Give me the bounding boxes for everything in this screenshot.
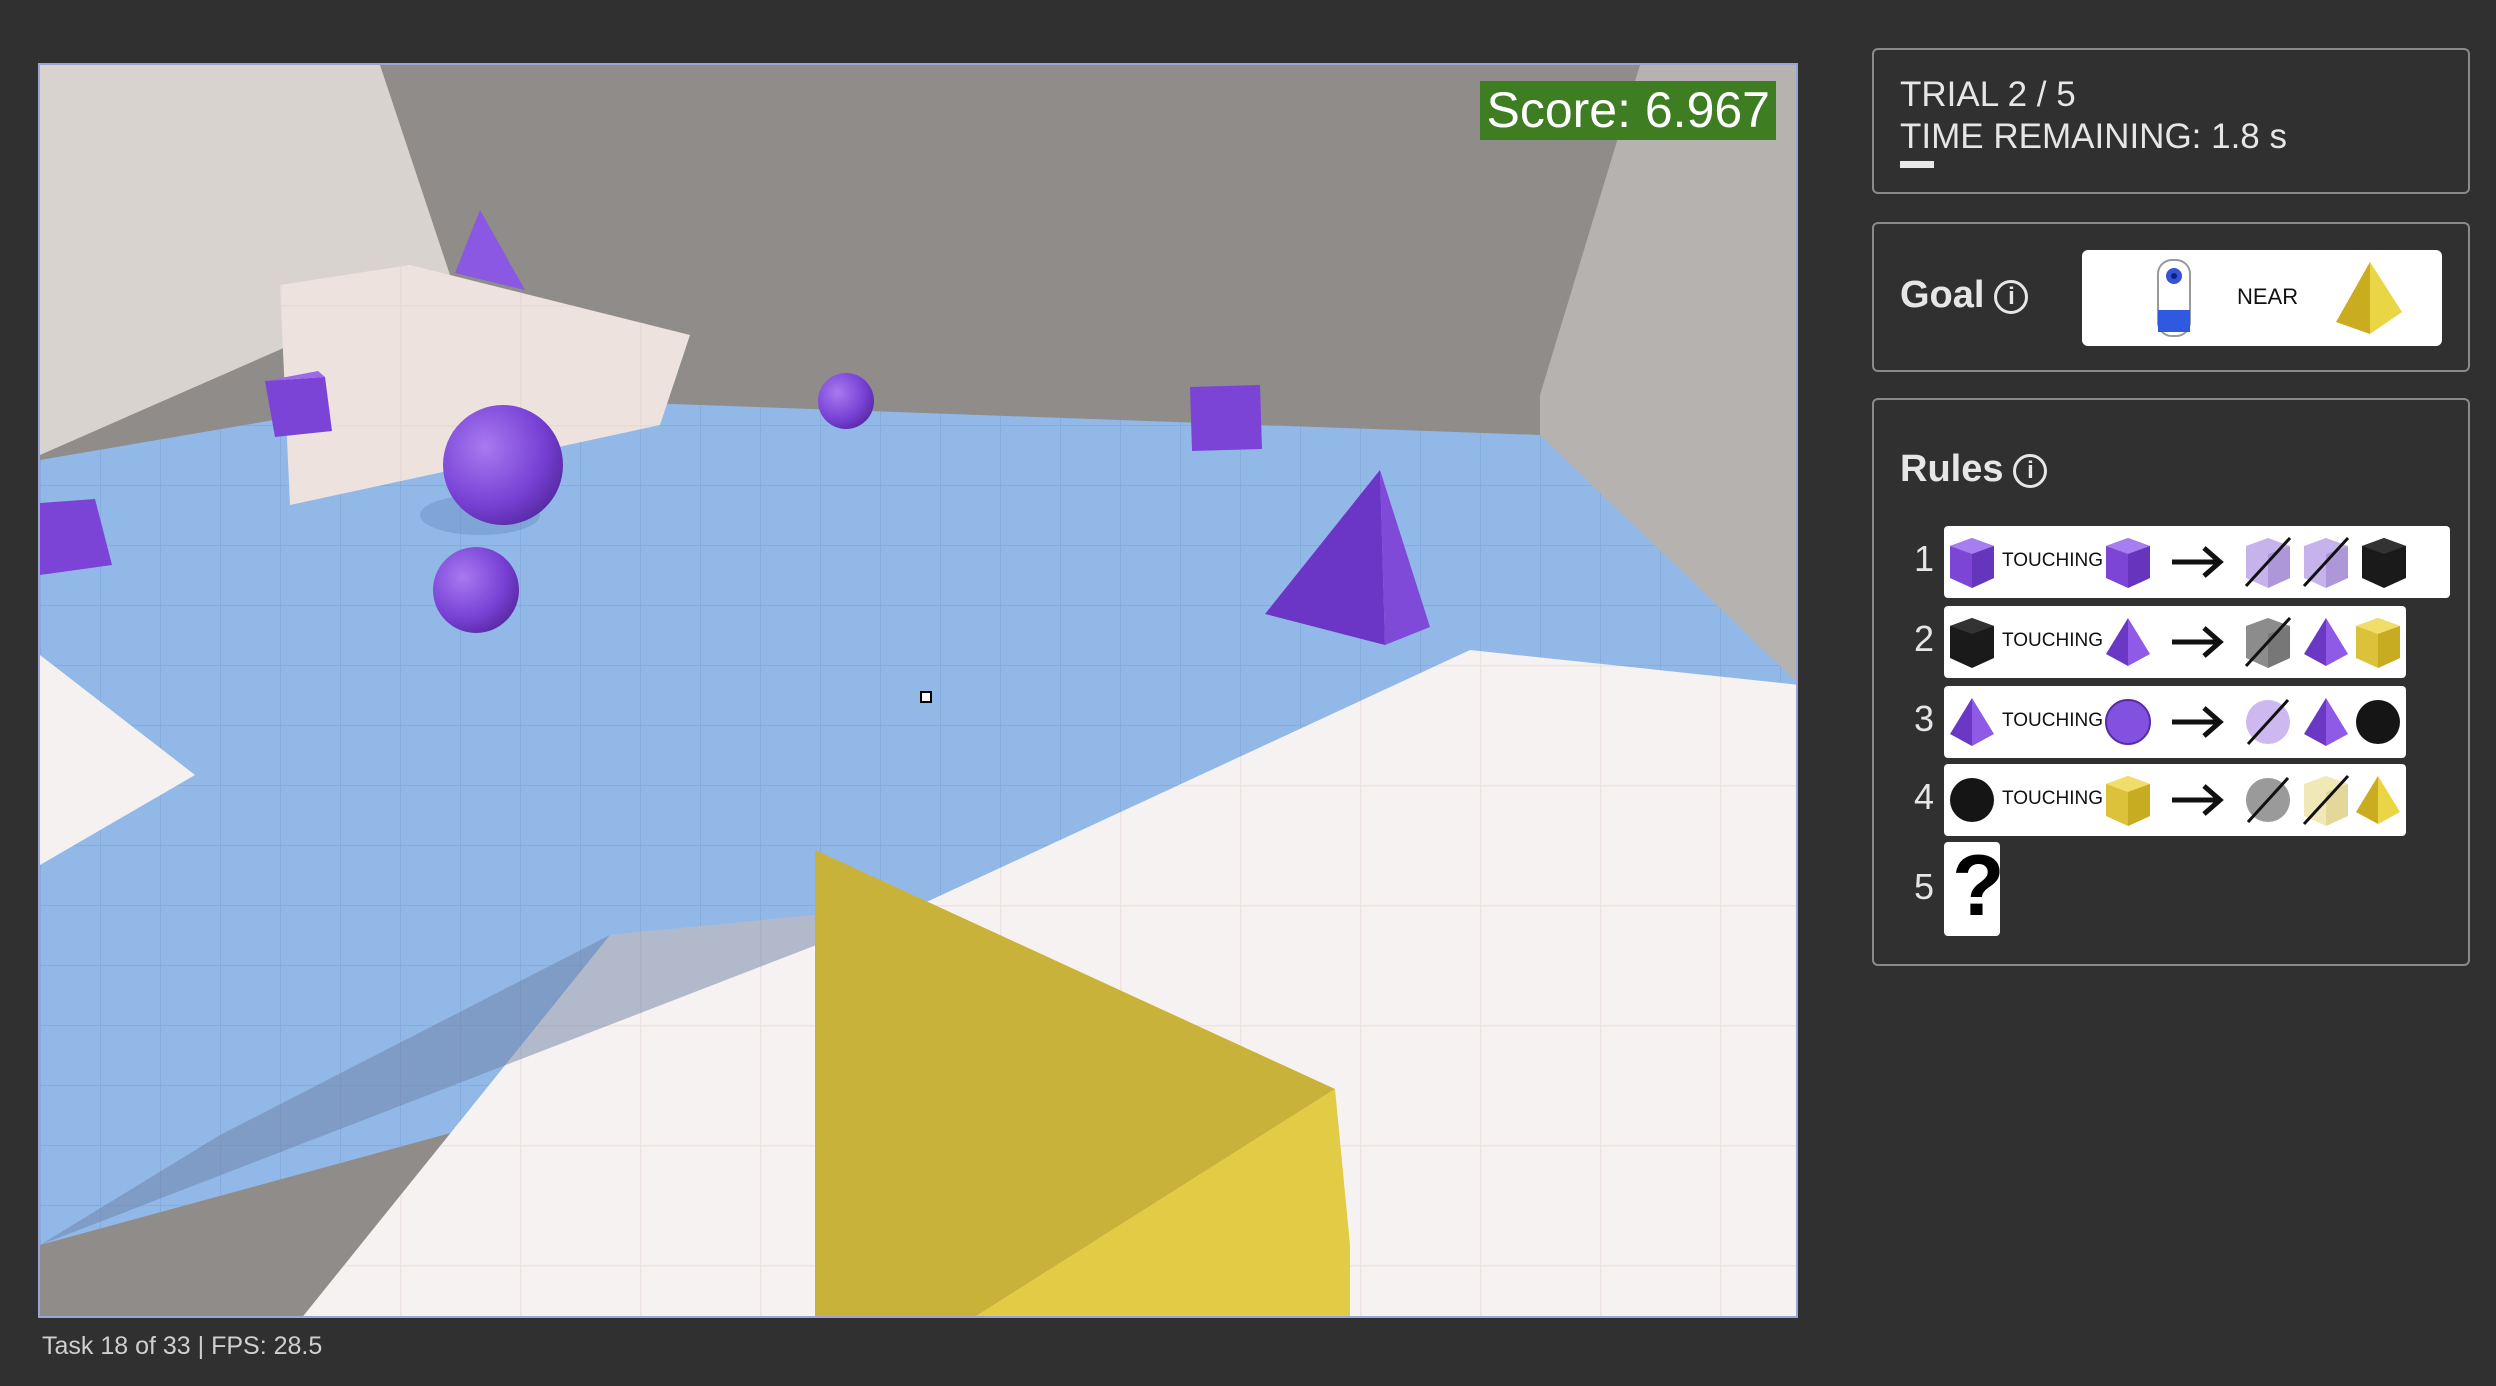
score-display: Score: 6.967 [1480, 81, 1776, 140]
rule-row: TOUCHING [1944, 526, 2450, 598]
purple-sphere-icon [2105, 699, 2151, 745]
scene-3d [40, 65, 1796, 1316]
agent-icon [2157, 259, 2191, 337]
purple-cube-icon [1950, 538, 1994, 588]
purple-pyramid-icon [2304, 698, 2348, 746]
purple-cube-1 [265, 371, 332, 437]
arrow-right-icon [2172, 784, 2224, 816]
black-cube-icon [1950, 618, 1994, 668]
rule-row: TOUCHING [1944, 764, 2406, 836]
goal-title: Goal [1900, 274, 1985, 316]
rule-number: 1 [1914, 538, 1935, 579]
rule-relation: TOUCHING [2002, 630, 2103, 651]
yellow-cube-icon [2356, 618, 2400, 668]
rule-number: 3 [1914, 698, 1935, 739]
rules-title: Rules [1900, 448, 2004, 490]
rules-panel: Rules i 1 TOUCHING 2 TOUCHING 3 TOUCHING … [1872, 398, 2470, 966]
arrow-right-icon [2172, 706, 2224, 738]
yellow-pyramid-icon [2356, 776, 2400, 824]
unknown-rule-icon: ? [1952, 838, 2005, 934]
crosshair [920, 691, 932, 703]
black-cube-removed-icon [2244, 616, 2292, 668]
purple-sphere-3 [818, 373, 874, 429]
trial-panel: TRIAL 2 / 5 TIME REMAINING: 1.8 s [1872, 48, 2470, 194]
purple-pyramid-icon [2304, 618, 2348, 666]
purple-sphere-1 [443, 405, 563, 525]
rule-row: TOUCHING [1944, 686, 2406, 758]
rule-number: 2 [1914, 618, 1935, 659]
time-remaining: TIME REMAINING: 1.8 s [1900, 117, 2287, 156]
goal-relation: NEAR [2237, 284, 2299, 309]
purple-pyramid-icon [2106, 618, 2150, 666]
purple-pyramid-icon [1950, 698, 1994, 746]
rule-row-unknown: ? [1944, 838, 2005, 936]
purple-cube-icon [2106, 538, 2150, 588]
goal-panel: Goal i NEAR [1872, 222, 2470, 372]
yellow-pyramid-icon [2336, 262, 2402, 334]
purple-sphere-2 [433, 547, 519, 633]
rule-relation: TOUCHING [2002, 550, 2103, 571]
yellow-cube-removed-icon [2302, 774, 2350, 826]
purple-sphere-removed-icon [2246, 698, 2290, 746]
purple-cube-removed-icon [2244, 536, 2292, 588]
trial-counter: TRIAL 2 / 5 [1900, 75, 2076, 114]
time-progress-bar [1900, 161, 1934, 168]
goal-card: NEAR [2082, 250, 2442, 346]
rule-number: 5 [1914, 866, 1935, 907]
info-icon[interactable]: i [1994, 279, 2029, 314]
black-sphere-icon [2356, 700, 2400, 744]
black-cube-icon [2362, 538, 2406, 588]
rule-relation: TOUCHING [2002, 710, 2103, 731]
game-viewport[interactable]: Score: 6.967 [38, 63, 1798, 1318]
rule-relation: TOUCHING [2002, 788, 2103, 809]
rule-row: TOUCHING [1944, 606, 2406, 678]
status-footer: Task 18 of 33 | FPS: 28.5 [42, 1332, 323, 1360]
black-sphere-removed-icon [2246, 776, 2290, 824]
yellow-cube-icon [2106, 776, 2150, 826]
purple-cube-2 [1190, 385, 1262, 451]
arrow-right-icon [2172, 546, 2224, 578]
purple-cube-removed-icon [2302, 536, 2350, 588]
black-sphere-icon [1950, 778, 1994, 822]
rule-number: 4 [1914, 776, 1935, 817]
arrow-right-icon [2172, 626, 2224, 658]
info-icon[interactable]: i [2013, 453, 2048, 488]
